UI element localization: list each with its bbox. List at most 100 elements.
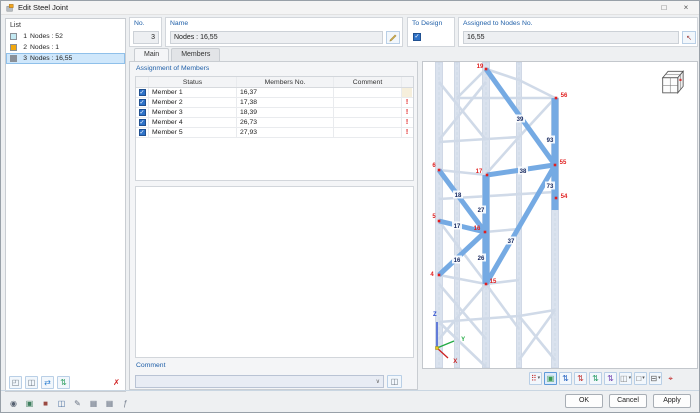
- svg-text:73: 73: [547, 184, 554, 190]
- assigned-nodes-input[interactable]: 16,55: [463, 31, 679, 44]
- isometric-view-button[interactable]: □▾: [634, 372, 647, 385]
- list-item[interactable]: 3Nodes : 16,55: [6, 53, 125, 64]
- display-options-icon: ◫: [58, 400, 66, 408]
- member-status-cell: Member 2: [149, 98, 237, 107]
- check-joint-icon: ⇄: [44, 379, 51, 387]
- to-design-label: To Design: [412, 20, 442, 27]
- joint-list: 1Nodes : 522Nodes : 13Nodes : 16,55: [6, 31, 125, 64]
- members-table: Status Members No. Comment ✓Member 116,3…: [135, 76, 414, 181]
- check-joint-button[interactable]: ⇄: [41, 376, 54, 389]
- edit-mode-button[interactable]: ✎: [71, 397, 84, 410]
- zoom-select-button[interactable]: ⌖: [664, 372, 677, 385]
- name-label: Name: [170, 20, 188, 27]
- member-checkbox[interactable]: ✓: [139, 119, 146, 126]
- close-button[interactable]: ×: [675, 1, 697, 14]
- edit-mode-icon: ✎: [74, 400, 81, 408]
- numbering-sections-icon: ⇅: [592, 375, 599, 383]
- numbering-sections-button[interactable]: ⇅: [589, 372, 602, 385]
- view-options-button[interactable]: ◫▾: [619, 372, 632, 385]
- member-checkbox[interactable]: ✓: [139, 109, 146, 116]
- table-view-2-button[interactable]: ▦: [103, 397, 116, 410]
- function-button[interactable]: ƒ: [119, 397, 132, 410]
- dropdown-caret-icon: ▾: [658, 376, 661, 381]
- to-design-group: To Design ✓: [407, 17, 455, 47]
- member-checkbox[interactable]: ✓: [139, 89, 146, 96]
- cancel-button[interactable]: Cancel: [609, 394, 647, 408]
- svg-text:39: 39: [517, 117, 524, 123]
- render-mode-button[interactable]: ▣: [544, 372, 557, 385]
- list-item-index: 2: [20, 44, 27, 51]
- member-status-cell: Member 3: [149, 108, 237, 117]
- warning-icon: !: [406, 109, 408, 116]
- new-joint-icon: ◰: [12, 379, 20, 387]
- ok-button[interactable]: OK: [565, 394, 603, 408]
- print-button[interactable]: ⊟▾: [649, 372, 662, 385]
- table-row[interactable]: ✓Member 318,39!: [136, 108, 413, 118]
- tab-members[interactable]: Members: [171, 48, 220, 62]
- copy-joint-button[interactable]: ◫: [25, 376, 38, 389]
- viewport-toolbar: ⠿▾▣⇅⇅⇅⇅◫▾□▾⊟▾⌖: [529, 372, 677, 385]
- warning-icon: !: [406, 99, 408, 106]
- delete-joint-icon: ✗: [113, 379, 120, 387]
- table-view-button[interactable]: ▦: [87, 397, 100, 410]
- table-row[interactable]: ✓Member 217,38!: [136, 98, 413, 108]
- model-viewport[interactable]: 2726937317161838393719566175554516154ZYX: [422, 61, 698, 369]
- svg-text:15: 15: [490, 279, 497, 285]
- table-view-icon: ▦: [90, 400, 98, 408]
- truss-model: 2726937317161838393719566175554516154ZYX: [423, 62, 697, 368]
- table-header-row: Status Members No. Comment: [136, 77, 413, 88]
- apply-button[interactable]: Apply: [653, 394, 691, 408]
- details-icon: ◉: [10, 400, 17, 408]
- assigned-nodes-label: Assigned to Nodes No.: [463, 20, 533, 27]
- list-item-label: Nodes : 52: [30, 33, 63, 40]
- list-item[interactable]: 1Nodes : 52: [6, 31, 125, 42]
- table-row[interactable]: ✓Member 426,73!: [136, 118, 413, 128]
- table-row[interactable]: ✓Member 116,37: [136, 88, 413, 98]
- snap-grid-button[interactable]: ⠿▾: [529, 372, 542, 385]
- graphic-settings-button[interactable]: ▣: [23, 397, 36, 410]
- navigation-cube-icon[interactable]: [659, 67, 689, 95]
- comment-combobox[interactable]: ∨: [135, 375, 384, 388]
- svg-text:27: 27: [478, 208, 485, 214]
- app-icon: [6, 4, 14, 12]
- to-design-checkbox[interactable]: ✓: [413, 33, 421, 41]
- recalculate-joint-button[interactable]: ⇅: [57, 376, 70, 389]
- list-item-index: 3: [20, 55, 27, 62]
- display-options-button[interactable]: ◫: [55, 397, 68, 410]
- copy-comment-button[interactable]: ◫: [387, 375, 402, 388]
- main-tab-content: Assignment of Members Status Members No.…: [129, 61, 418, 390]
- delete-joint-button[interactable]: ✗: [110, 376, 123, 389]
- member-warning-cell: !: [402, 128, 412, 137]
- numbering-members-button[interactable]: ⇅: [574, 372, 587, 385]
- list-toolbar: ◰ ◫ ⇄ ⇅ ✗: [9, 376, 123, 389]
- member-numbers-cell: 18,39: [237, 108, 334, 117]
- name-input[interactable]: Nodes : 16,55: [170, 31, 383, 44]
- numbering-nodes-button[interactable]: ⇅: [559, 372, 572, 385]
- svg-text:Y: Y: [461, 337, 465, 343]
- member-checkbox[interactable]: ✓: [139, 129, 146, 136]
- edit-steel-joint-dialog: Edit Steel Joint □ × List 1Nodes : 522No…: [0, 0, 700, 413]
- details-button[interactable]: ◉: [7, 397, 20, 410]
- table-row[interactable]: ✓Member 527,93!: [136, 128, 413, 138]
- svg-text:X: X: [453, 359, 457, 365]
- header-comment: Comment: [334, 77, 402, 87]
- header-members-no: Members No.: [237, 77, 334, 87]
- pick-nodes-button[interactable]: ↖: [682, 31, 696, 44]
- graphic-settings-icon: ▣: [26, 400, 34, 408]
- svg-text:93: 93: [547, 138, 554, 144]
- member-warning-cell: [402, 88, 412, 97]
- svg-text:56: 56: [561, 93, 568, 99]
- svg-text:37: 37: [508, 239, 515, 245]
- numbering-all-button[interactable]: ⇅: [604, 372, 617, 385]
- list-item[interactable]: 2Nodes : 1: [6, 42, 125, 53]
- titlebar[interactable]: Edit Steel Joint □ ×: [1, 1, 699, 15]
- list-item-label: Nodes : 1: [30, 44, 59, 51]
- new-joint-button[interactable]: ◰: [9, 376, 22, 389]
- chevron-down-icon[interactable]: ∨: [376, 378, 380, 385]
- snap-grid-icon: ⠿: [531, 375, 537, 383]
- color-swatch-button[interactable]: ■: [39, 397, 52, 410]
- edit-name-button[interactable]: [386, 31, 400, 44]
- maximize-button[interactable]: □: [653, 1, 675, 14]
- member-checkbox[interactable]: ✓: [139, 99, 146, 106]
- copy-icon: ◫: [391, 378, 399, 386]
